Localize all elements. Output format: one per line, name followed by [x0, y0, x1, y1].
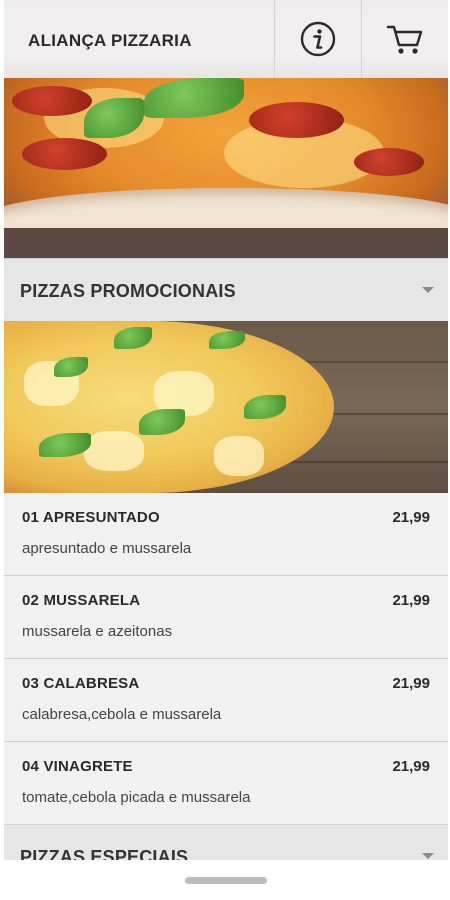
item-description: mussarela e azeitonas — [22, 623, 173, 640]
cart-icon — [386, 25, 423, 54]
item-name: 02 MUSSARELA — [22, 592, 141, 609]
section-title: PIZZAS ESPECIAIS — [20, 847, 189, 860]
app-title: ALIANÇA PIZZARIA — [28, 31, 192, 50]
info-button[interactable] — [274, 0, 361, 78]
item-price: 21,99 — [392, 509, 430, 526]
item-price: 21,99 — [392, 675, 430, 692]
section-image — [4, 321, 448, 493]
item-description: apresuntado e mussarela — [22, 540, 192, 557]
item-price: 21,99 — [392, 758, 430, 775]
hero-pizza-image — [4, 78, 448, 258]
app-header: ALIANÇA PIZZARIA — [4, 0, 448, 78]
info-icon — [300, 21, 336, 57]
item-price: 21,99 — [392, 592, 430, 609]
list-item[interactable]: 04 VINAGRETE 21,99 tomate,cebola picada … — [4, 742, 448, 825]
item-name: 01 APRESUNTADO — [22, 509, 160, 526]
app-screen: ALIANÇA PIZZARIA PIZZAS PROMOCIONAIS 01 … — [4, 0, 448, 860]
system-nav-bar — [0, 860, 450, 900]
item-description: calabresa,cebola e mussarela — [22, 706, 222, 723]
list-item[interactable]: 01 APRESUNTADO 21,99 apresuntado e mussa… — [4, 493, 448, 576]
section-header-pizzas-especiais[interactable]: PIZZAS ESPECIAIS — [4, 824, 448, 860]
section-header-pizzas-promocionais[interactable]: PIZZAS PROMOCIONAIS — [4, 258, 448, 322]
list-item[interactable]: 02 MUSSARELA 21,99 mussarela e azeitonas — [4, 576, 448, 659]
list-item[interactable]: 03 CALABRESA 21,99 calabresa,cebola e mu… — [4, 659, 448, 742]
section-title: PIZZAS PROMOCIONAIS — [20, 281, 236, 301]
cart-button[interactable] — [361, 0, 448, 78]
item-description: tomate,cebola picada e mussarela — [22, 789, 251, 806]
home-gesture-handle[interactable] — [185, 877, 267, 884]
item-name: 03 CALABRESA — [22, 675, 140, 692]
chevron-down-icon — [422, 287, 434, 293]
chevron-down-icon — [422, 853, 434, 859]
item-name: 04 VINAGRETE — [22, 758, 133, 775]
